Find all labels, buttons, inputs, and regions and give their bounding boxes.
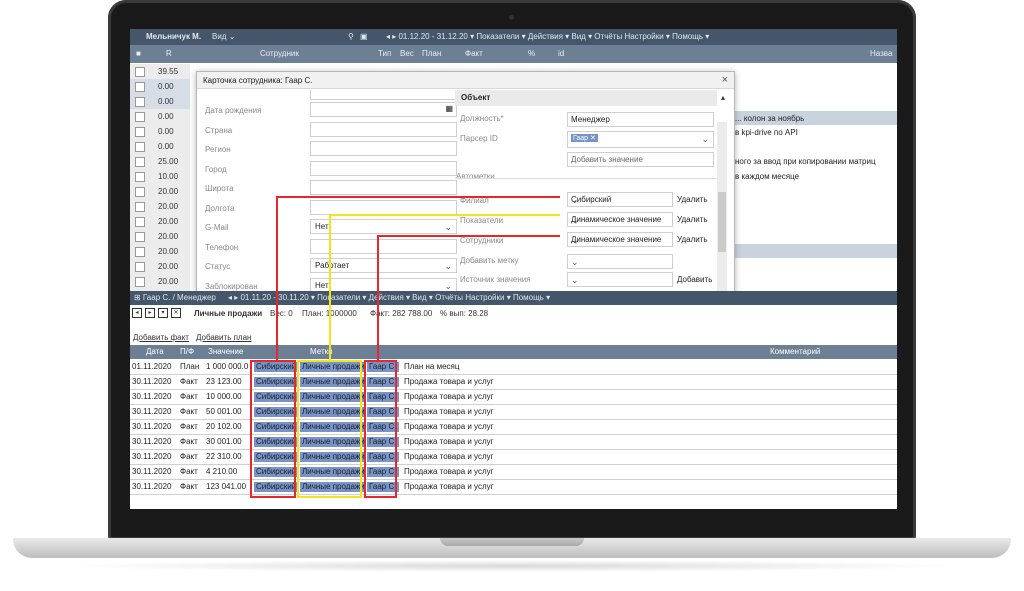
connector-employee [377,235,560,360]
camera-icon [509,15,514,20]
connector-branch [276,196,560,360]
connector-lines [276,196,560,360]
screen: Мельничук М. Вид ⌄ ⚲ ▣ ◂ ▸ 01.12.20 - 31… [130,29,897,509]
laptop-shadow [60,560,964,572]
laptop-notch [440,538,584,546]
